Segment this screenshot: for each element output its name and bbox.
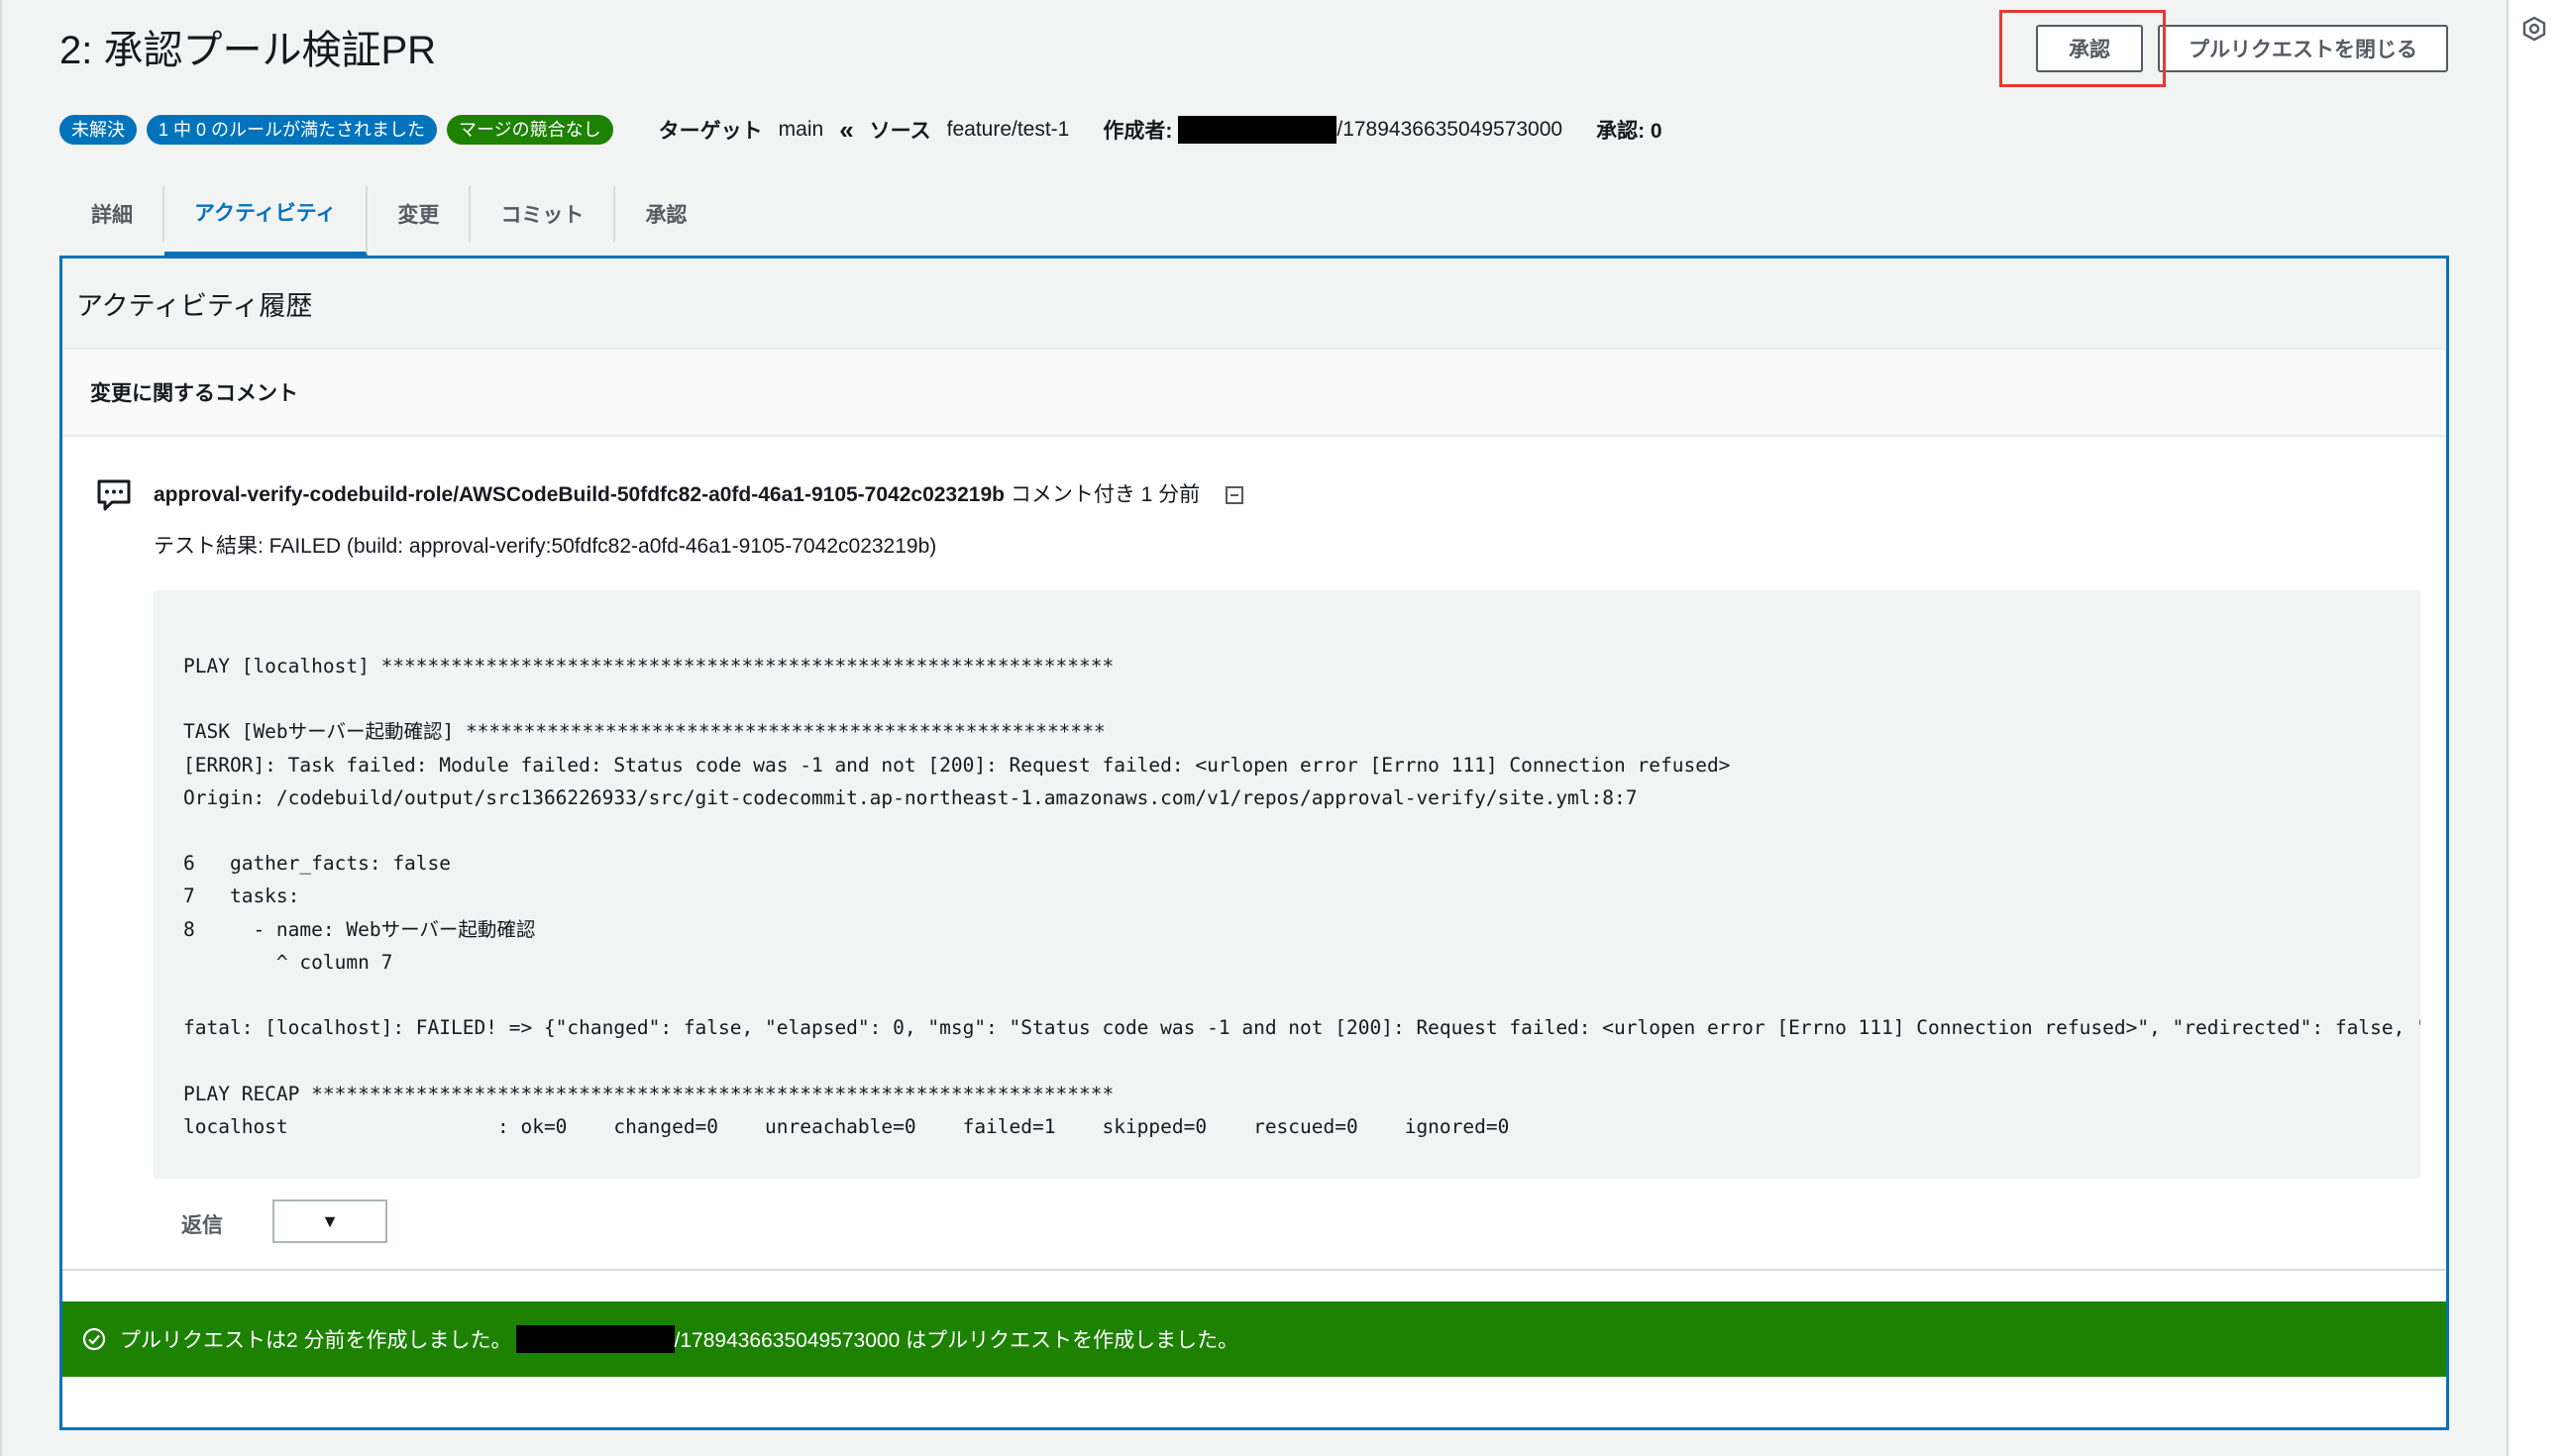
- tab-commits[interactable]: コミット: [471, 186, 616, 242]
- author-label: 作成者:: [1103, 120, 1173, 143]
- code-line: 6 gather_facts: false: [183, 852, 452, 876]
- code-line: fatal: [localhost]: FAILED! => {"changed…: [183, 1016, 2420, 1040]
- close-pull-request-button[interactable]: プルリクエストを閉じる: [2158, 25, 2448, 72]
- pr-created-suffix: /1789436635049573000 はプルリクエストを作成しました。: [674, 1329, 1239, 1352]
- approval-count: 承認: 0: [1596, 120, 1662, 143]
- target-label: ターゲット: [658, 120, 763, 143]
- section-divider: [62, 1269, 2446, 1271]
- settings-hex-icon[interactable]: [2521, 16, 2547, 42]
- chevron-down-icon: ▼: [321, 1210, 339, 1231]
- code-content: PLAY [localhost] ***********************…: [183, 650, 2420, 1143]
- page-title: 2: 承認プール検証PR: [59, 29, 437, 72]
- comment-meta: コメント付き 1 分前: [1004, 483, 1201, 506]
- reply-label: 返信: [181, 1214, 223, 1237]
- code-line: ^ column 7: [183, 950, 393, 974]
- page-left-border: [0, 0, 2, 1456]
- tab-details[interactable]: 詳細: [69, 186, 164, 242]
- check-circle-icon: [82, 1327, 106, 1351]
- redacted-author-name: [1178, 116, 1337, 144]
- right-side-rail: [2507, 0, 2566, 1456]
- tab-activity[interactable]: アクティビティ: [164, 186, 369, 256]
- source-label: ソース: [869, 120, 931, 143]
- pr-created-prefix: プルリクエストは2 分前を作成しました。: [120, 1329, 512, 1352]
- activity-history-heading: アクティビティ履歴: [62, 259, 2446, 350]
- comment-header: approval-verify-codebuild-role/AWSCodeBu…: [154, 478, 1244, 508]
- code-line: TASK [Webサーバー起動確認] *********************…: [183, 720, 1106, 744]
- reply-dropdown[interactable]: ▼: [272, 1199, 387, 1243]
- code-line: 7 tasks:: [183, 884, 300, 908]
- approve-button-highlight: [1999, 10, 2166, 87]
- code-line: PLAY RECAP *****************************…: [183, 1082, 1115, 1105]
- redacted-author-name: [515, 1325, 675, 1353]
- rules-badge: 1 中 0 のルールが満たされました: [147, 115, 438, 145]
- pr-meta-bar: 未解決 1 中 0 のルールが満たされました マージの競合なし ターゲット ma…: [59, 112, 1678, 148]
- comment-code-block: PLAY [localhost] ***********************…: [154, 590, 2420, 1179]
- comment-bubble-icon: [97, 479, 131, 511]
- tab-approvals[interactable]: 承認: [615, 186, 716, 242]
- comment-body: テスト結果: FAILED (build: approval-verify:50…: [154, 535, 937, 558]
- source-branch: feature/test-1: [946, 118, 1070, 141]
- code-line: 8 - name: Webサーバー起動確認: [183, 917, 536, 941]
- target-branch: main: [778, 118, 824, 141]
- tab-changes[interactable]: 変更: [368, 186, 472, 242]
- activity-panel: アクティビティ履歴 変更に関するコメント approval-verify-cod…: [59, 256, 2449, 1430]
- merge-conflict-badge: マージの競合なし: [447, 115, 613, 145]
- author-id: /1789436635049573000: [1336, 118, 1563, 141]
- code-line: [ERROR]: Task failed: Module failed: Sta…: [183, 753, 1731, 777]
- pr-created-event: プルリクエストは2 分前を作成しました。 /178943663504957300…: [62, 1301, 2446, 1377]
- double-chevron-left-icon: «: [839, 115, 854, 145]
- code-line: PLAY [localhost] ***********************…: [183, 655, 1115, 677]
- comment-author[interactable]: approval-verify-codebuild-role/AWSCodeBu…: [154, 483, 1005, 506]
- comments-section-title: 変更に関するコメント: [62, 350, 2446, 437]
- code-line: localhost : ok=0 changed=0 unreachable=0…: [183, 1114, 1510, 1138]
- status-badge-open: 未解決: [59, 115, 137, 145]
- code-line: Origin: /codebuild/output/src1366226933/…: [183, 785, 1638, 809]
- collapse-icon[interactable]: [1226, 486, 1244, 504]
- pr-tabs: 詳細 アクティビティ 変更 コミット 承認: [69, 186, 716, 256]
